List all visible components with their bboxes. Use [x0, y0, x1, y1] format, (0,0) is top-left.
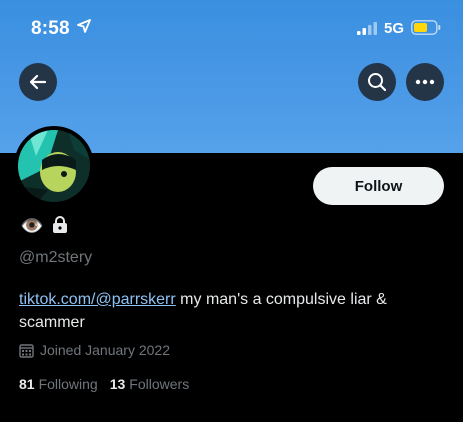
lock-icon	[52, 216, 68, 238]
cellular-signal-icon	[357, 22, 379, 40]
following-label: Following	[38, 376, 98, 392]
network-type: 5G	[384, 20, 405, 37]
search-icon	[368, 73, 387, 92]
followers-label: Followers	[129, 376, 190, 392]
back-button[interactable]	[19, 63, 57, 101]
avatar[interactable]	[14, 126, 94, 206]
profile-stats: 81 Following 13 Followers	[19, 376, 189, 392]
battery-icon	[411, 20, 441, 40]
bio-link[interactable]: tiktok.com/@parrskerr	[19, 291, 176, 308]
follow-button[interactable]: Follow	[313, 167, 444, 205]
profile-bio: tiktok.com/@parrskerr my man's a compuls…	[19, 288, 439, 334]
following-link[interactable]: 81 Following	[19, 376, 98, 392]
more-button[interactable]	[406, 63, 444, 101]
following-count: 81	[19, 376, 35, 392]
joined-date: Joined January 2022	[19, 342, 170, 358]
followers-count: 13	[109, 376, 126, 392]
followers-link[interactable]: 13 Followers	[110, 376, 189, 392]
profile-handle: @m2stery	[19, 249, 93, 266]
status-time: 8:58	[31, 18, 70, 39]
display-name: 👁️	[20, 216, 68, 238]
arrow-left-icon	[29, 74, 47, 90]
calendar-icon	[19, 343, 34, 358]
more-horizontal-icon	[415, 79, 435, 85]
location-arrow-icon	[77, 19, 91, 38]
joined-text: Joined January 2022	[40, 342, 170, 358]
profile-screen: 8:58 5G Follow 👁️ @m2stery tiktok.com/@p…	[0, 0, 463, 422]
avatar-image	[18, 130, 90, 202]
search-button[interactable]	[358, 63, 396, 101]
eye-emoji: 👁️	[20, 216, 44, 237]
